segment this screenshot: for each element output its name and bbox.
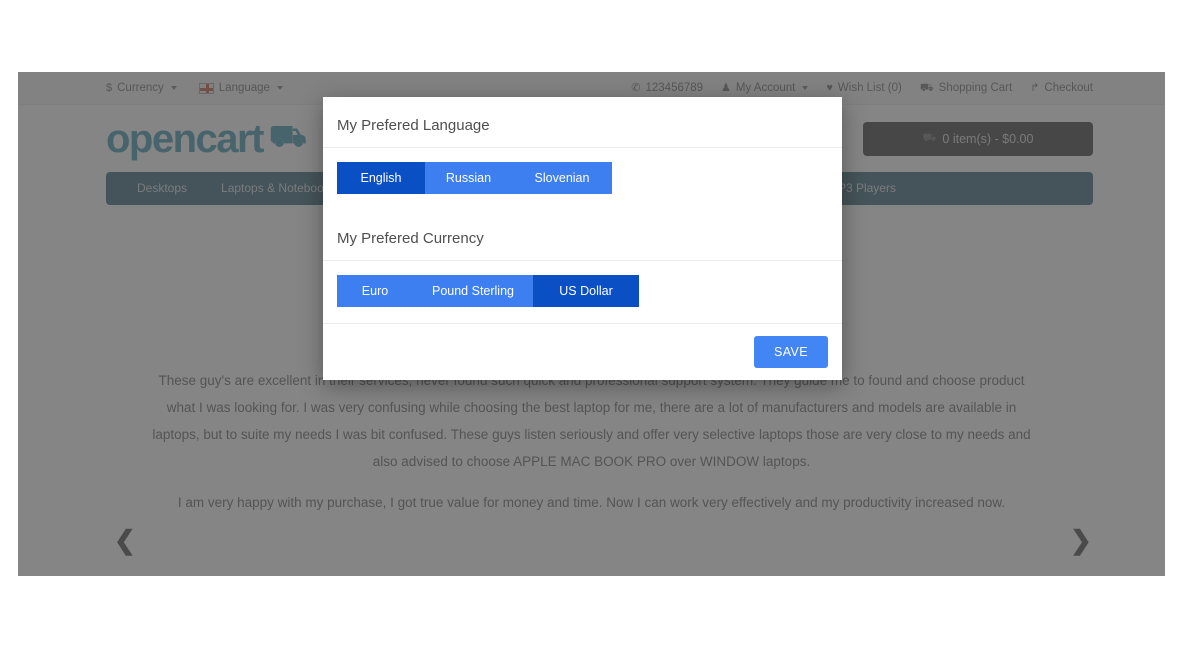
preferences-modal: My Prefered Language English Russian Slo…	[323, 97, 842, 380]
currency-option-euro[interactable]: Euro	[337, 275, 413, 307]
currency-options-row: Euro Pound Sterling US Dollar	[323, 261, 842, 323]
currency-option-us-dollar[interactable]: US Dollar	[533, 275, 639, 307]
language-option-russian[interactable]: Russian	[425, 162, 512, 194]
language-button-group: English Russian Slovenian	[337, 162, 612, 194]
currency-section-title: My Prefered Currency	[323, 210, 842, 261]
language-option-slovenian[interactable]: Slovenian	[512, 162, 612, 194]
modal-footer: SAVE	[323, 323, 842, 380]
screenshot-viewport: $ Currency Language ✆ 123456789 ♟	[0, 0, 1180, 647]
language-section-title: My Prefered Language	[323, 97, 842, 148]
currency-option-pound-sterling[interactable]: Pound Sterling	[413, 275, 533, 307]
save-button[interactable]: SAVE	[753, 336, 828, 368]
language-options-row: English Russian Slovenian	[323, 148, 842, 210]
language-option-english[interactable]: English	[337, 162, 425, 194]
currency-button-group: Euro Pound Sterling US Dollar	[337, 275, 639, 307]
